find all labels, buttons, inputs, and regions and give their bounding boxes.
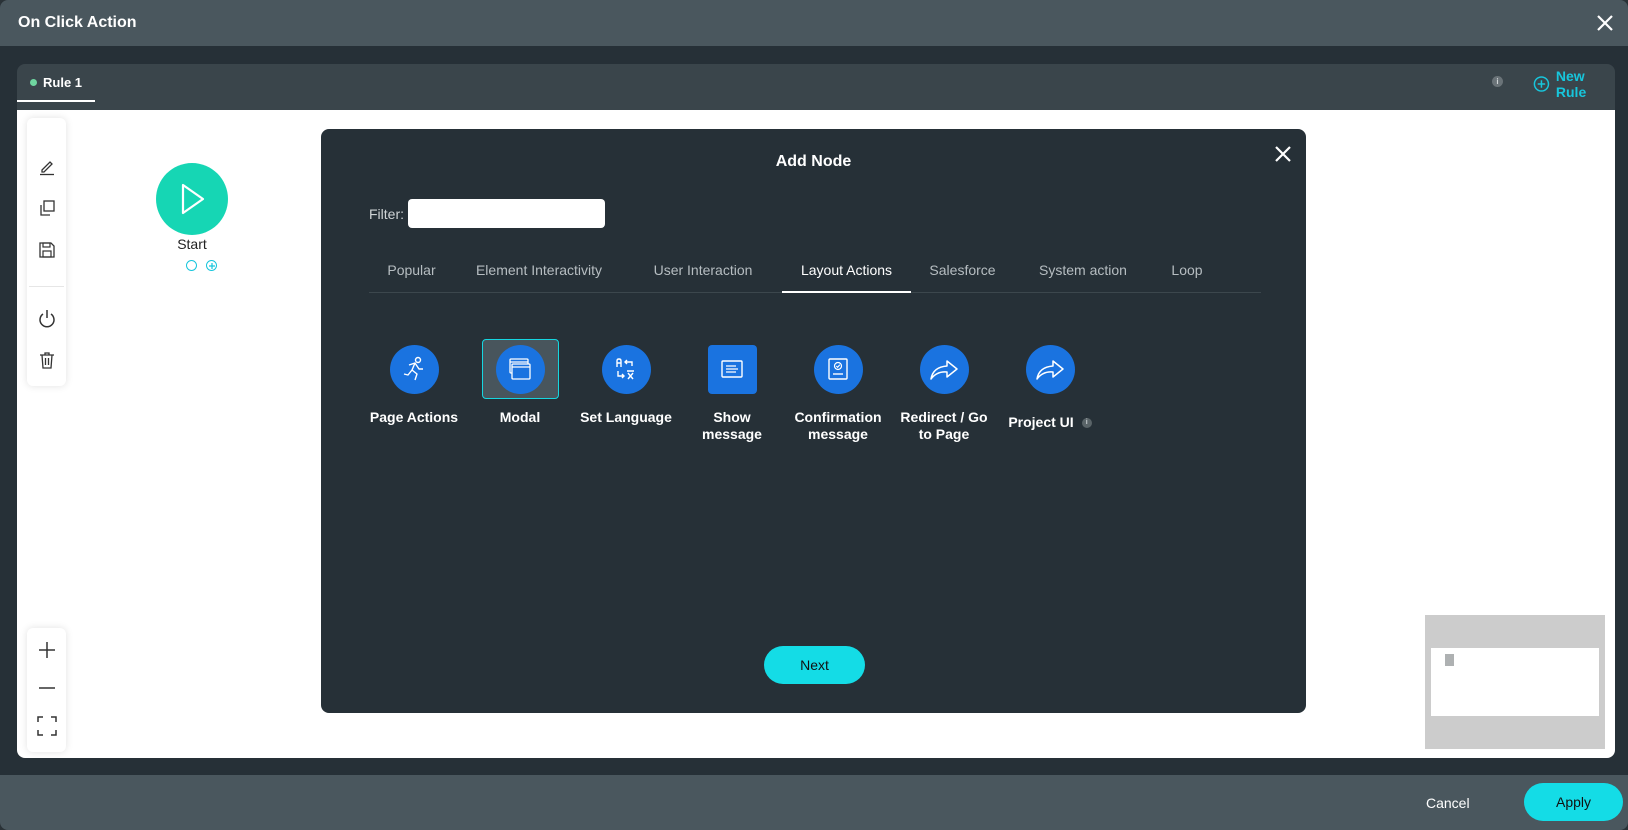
toolbar-divider	[29, 286, 64, 287]
confirmation-icon	[828, 358, 848, 380]
node-label: Redirect / Go to Page	[900, 409, 988, 442]
filter-input[interactable]	[408, 199, 605, 228]
node-label: Set Language	[580, 409, 672, 425]
start-node-label: Start	[177, 236, 207, 252]
cancel-button[interactable]: Cancel	[1426, 795, 1470, 811]
edit-button[interactable]	[35, 154, 59, 178]
copy-icon	[40, 200, 55, 216]
close-icon	[1275, 146, 1291, 162]
fit-screen-button[interactable]	[35, 714, 59, 738]
info-icon[interactable]: i	[1492, 76, 1503, 87]
rule-tab-label: Rule 1	[43, 75, 83, 90]
save-button[interactable]	[35, 238, 59, 262]
filter-label: Filter:	[369, 206, 404, 222]
node-label: Modal	[499, 409, 541, 425]
windows-icon	[509, 358, 531, 380]
plus-icon	[208, 262, 215, 269]
apply-button[interactable]: Apply	[1524, 783, 1623, 821]
trash-icon	[40, 352, 54, 369]
tab-element-interactivity[interactable]: Element Interactivity	[454, 249, 624, 293]
output-port[interactable]	[186, 260, 197, 271]
tab-layout-actions[interactable]: Layout Actions	[782, 249, 911, 293]
dialog-title: On Click Action	[18, 14, 137, 31]
start-node[interactable]	[156, 163, 228, 235]
tab-user-interaction[interactable]: User Interaction	[624, 249, 782, 293]
power-icon	[39, 310, 55, 328]
zoom-out-button[interactable]	[35, 676, 59, 700]
minimap-viewport[interactable]	[1431, 648, 1599, 716]
duplicate-button[interactable]	[35, 196, 59, 220]
redirect-arrow-icon	[930, 360, 958, 380]
node-label: Show message	[702, 409, 762, 442]
play-icon	[181, 183, 205, 215]
plus-icon	[39, 642, 55, 658]
canvas-toolbar	[27, 118, 66, 386]
message-icon	[721, 360, 743, 378]
zoom-in-button[interactable]	[35, 638, 59, 662]
save-icon	[39, 242, 55, 258]
node-show-message[interactable]: Show message	[682, 339, 782, 443]
on-click-action-dialog: On Click Action Rule 1 i New Rule Start …	[0, 0, 1628, 830]
node-set-language[interactable]: Set Language	[576, 339, 676, 426]
rule-tab-1[interactable]: Rule 1	[17, 64, 95, 102]
pencil-icon	[40, 161, 54, 176]
node-label: Page Actions	[369, 409, 459, 425]
node-label: Confirmation message	[794, 409, 882, 442]
next-button[interactable]: Next	[764, 646, 865, 684]
node-label-wrap: Project UI i	[1000, 414, 1100, 431]
translate-icon	[616, 358, 634, 380]
close-icon[interactable]	[1592, 10, 1618, 36]
add-node-port[interactable]	[206, 260, 217, 271]
node-category-tabs: Popular Element Interactivity User Inter…	[369, 249, 1261, 293]
title-bar: On Click Action	[0, 0, 1628, 46]
toggle-button[interactable]	[35, 306, 59, 330]
minimap[interactable]	[1425, 615, 1605, 749]
tab-system-action[interactable]: System action	[1014, 249, 1152, 293]
node-project-ui[interactable]: Project UI i	[1000, 339, 1100, 431]
fit-screen-icon	[37, 716, 57, 736]
modal-title: Add Node	[775, 153, 852, 170]
running-person-icon	[403, 356, 423, 381]
minimap-node	[1445, 654, 1454, 666]
tab-salesforce[interactable]: Salesforce	[911, 249, 1014, 293]
node-redirect-go-to-page[interactable]: Redirect / Go to Page	[894, 339, 994, 443]
new-rule-button[interactable]: New Rule	[1533, 68, 1615, 100]
plus-circle-icon	[1533, 76, 1550, 92]
node-label: Project UI	[1008, 414, 1074, 430]
tab-loop[interactable]: Loop	[1152, 249, 1222, 293]
zoom-controls	[27, 628, 66, 752]
minus-icon	[39, 687, 55, 689]
dialog-footer: Cancel Apply	[0, 775, 1628, 830]
node-confirmation-message[interactable]: Confirmation message	[788, 339, 888, 443]
tab-popular[interactable]: Popular	[369, 249, 454, 293]
share-arrow-icon	[1036, 360, 1064, 380]
info-icon[interactable]: i	[1081, 418, 1092, 429]
node-modal[interactable]: Modal	[470, 339, 570, 426]
add-node-modal: Add Node Filter: Popular Element Interac…	[321, 129, 1306, 713]
modal-close-button[interactable]	[1272, 143, 1294, 165]
new-rule-label: New Rule	[1555, 68, 1587, 100]
rule-status-dot	[30, 79, 37, 86]
delete-button[interactable]	[35, 348, 59, 372]
rule-tabs-bar: Rule 1 i New Rule	[17, 64, 1615, 110]
node-page-actions[interactable]: Page Actions	[364, 339, 464, 426]
